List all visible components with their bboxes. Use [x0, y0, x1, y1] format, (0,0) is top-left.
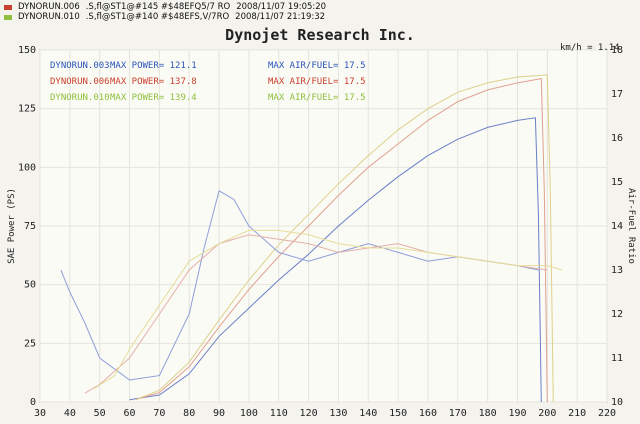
y-ticks-left: 0 25 50 75 100 125 150 — [18, 45, 36, 408]
y-axis-label-right: Air-Fuel Ratio — [626, 188, 636, 264]
x-tick-label: 100 — [240, 408, 258, 419]
legend-max-power: MAX POWER= 121.1 — [110, 61, 197, 71]
x-tick-label: 40 — [64, 408, 76, 419]
y-tick-label-right: 17 — [611, 89, 623, 100]
legend-max-afr: MAX AIR/FUEL= 17.5 — [268, 77, 366, 87]
y-tick-label-left: 50 — [24, 280, 36, 291]
x-ticks: 30 40 50 60 70 80 90 100 110 120 130 140 150 160 170 18… — [34, 408, 616, 419]
legend-max-power: MAX POWER= 139.4 — [110, 93, 197, 103]
y-tick-label-left: 25 — [24, 338, 36, 349]
dyno-chart: 30 40 50 60 70 80 90 100 110 120 130 140 150 160 170 18… — [7, 26, 636, 419]
y-tick-label-right: 14 — [611, 221, 623, 232]
x-tick-label: 140 — [359, 408, 377, 419]
legend-max-afr: MAX AIR/FUEL= 17.5 — [268, 93, 366, 103]
y-tick-label-left: 150 — [18, 45, 36, 56]
y-tick-label-right: 13 — [611, 265, 623, 276]
x-tick-label: 190 — [508, 408, 526, 419]
y-tick-label-right: 10 — [611, 397, 623, 408]
x-tick-label: 180 — [479, 408, 497, 419]
x-tick-label: 50 — [94, 408, 106, 419]
x-tick-label: 160 — [419, 408, 437, 419]
x-tick-label: 80 — [183, 408, 195, 419]
x-tick-label: 150 — [389, 408, 407, 419]
x-tick-label: 70 — [153, 408, 165, 419]
y-axis-label-left: SAE Power (PS) — [7, 188, 17, 264]
x-tick-label: 30 — [34, 408, 46, 419]
x-tick-label: 110 — [270, 408, 288, 419]
x-tick-label: 200 — [538, 408, 556, 419]
y-tick-label-left: 100 — [18, 162, 36, 173]
x-tick-label: 60 — [124, 408, 136, 419]
y-tick-label-left: 125 — [18, 104, 36, 115]
x-tick-label: 220 — [598, 408, 616, 419]
x-tick-label: 130 — [329, 408, 347, 419]
y-tick-label-right: 11 — [611, 353, 623, 364]
x-tick-label: 210 — [568, 408, 586, 419]
legend-run: DYNORUN.003 — [50, 61, 110, 71]
y-tick-label-right: 16 — [611, 133, 623, 144]
y-tick-label-left: 0 — [30, 397, 36, 408]
x-tick-label: 120 — [300, 408, 318, 419]
x-unit-label: km/h = 1.14 — [560, 43, 620, 53]
legend-run: DYNORUN.006 — [50, 77, 110, 87]
chart-title: Dynojet Research Inc. — [225, 26, 415, 44]
x-tick-label: 90 — [213, 408, 225, 419]
legend-max-afr: MAX AIR/FUEL= 17.5 — [268, 61, 366, 71]
y-ticks-right: 101112131415161718 — [611, 45, 623, 408]
y-tick-label-right: 12 — [611, 309, 623, 320]
legend-max-power: MAX POWER= 137.8 — [110, 77, 197, 87]
y-tick-label-left: 75 — [24, 221, 36, 232]
legend-run: DYNORUN.010 — [50, 93, 110, 103]
x-tick-label: 170 — [449, 408, 467, 419]
y-tick-label-right: 15 — [611, 177, 623, 188]
